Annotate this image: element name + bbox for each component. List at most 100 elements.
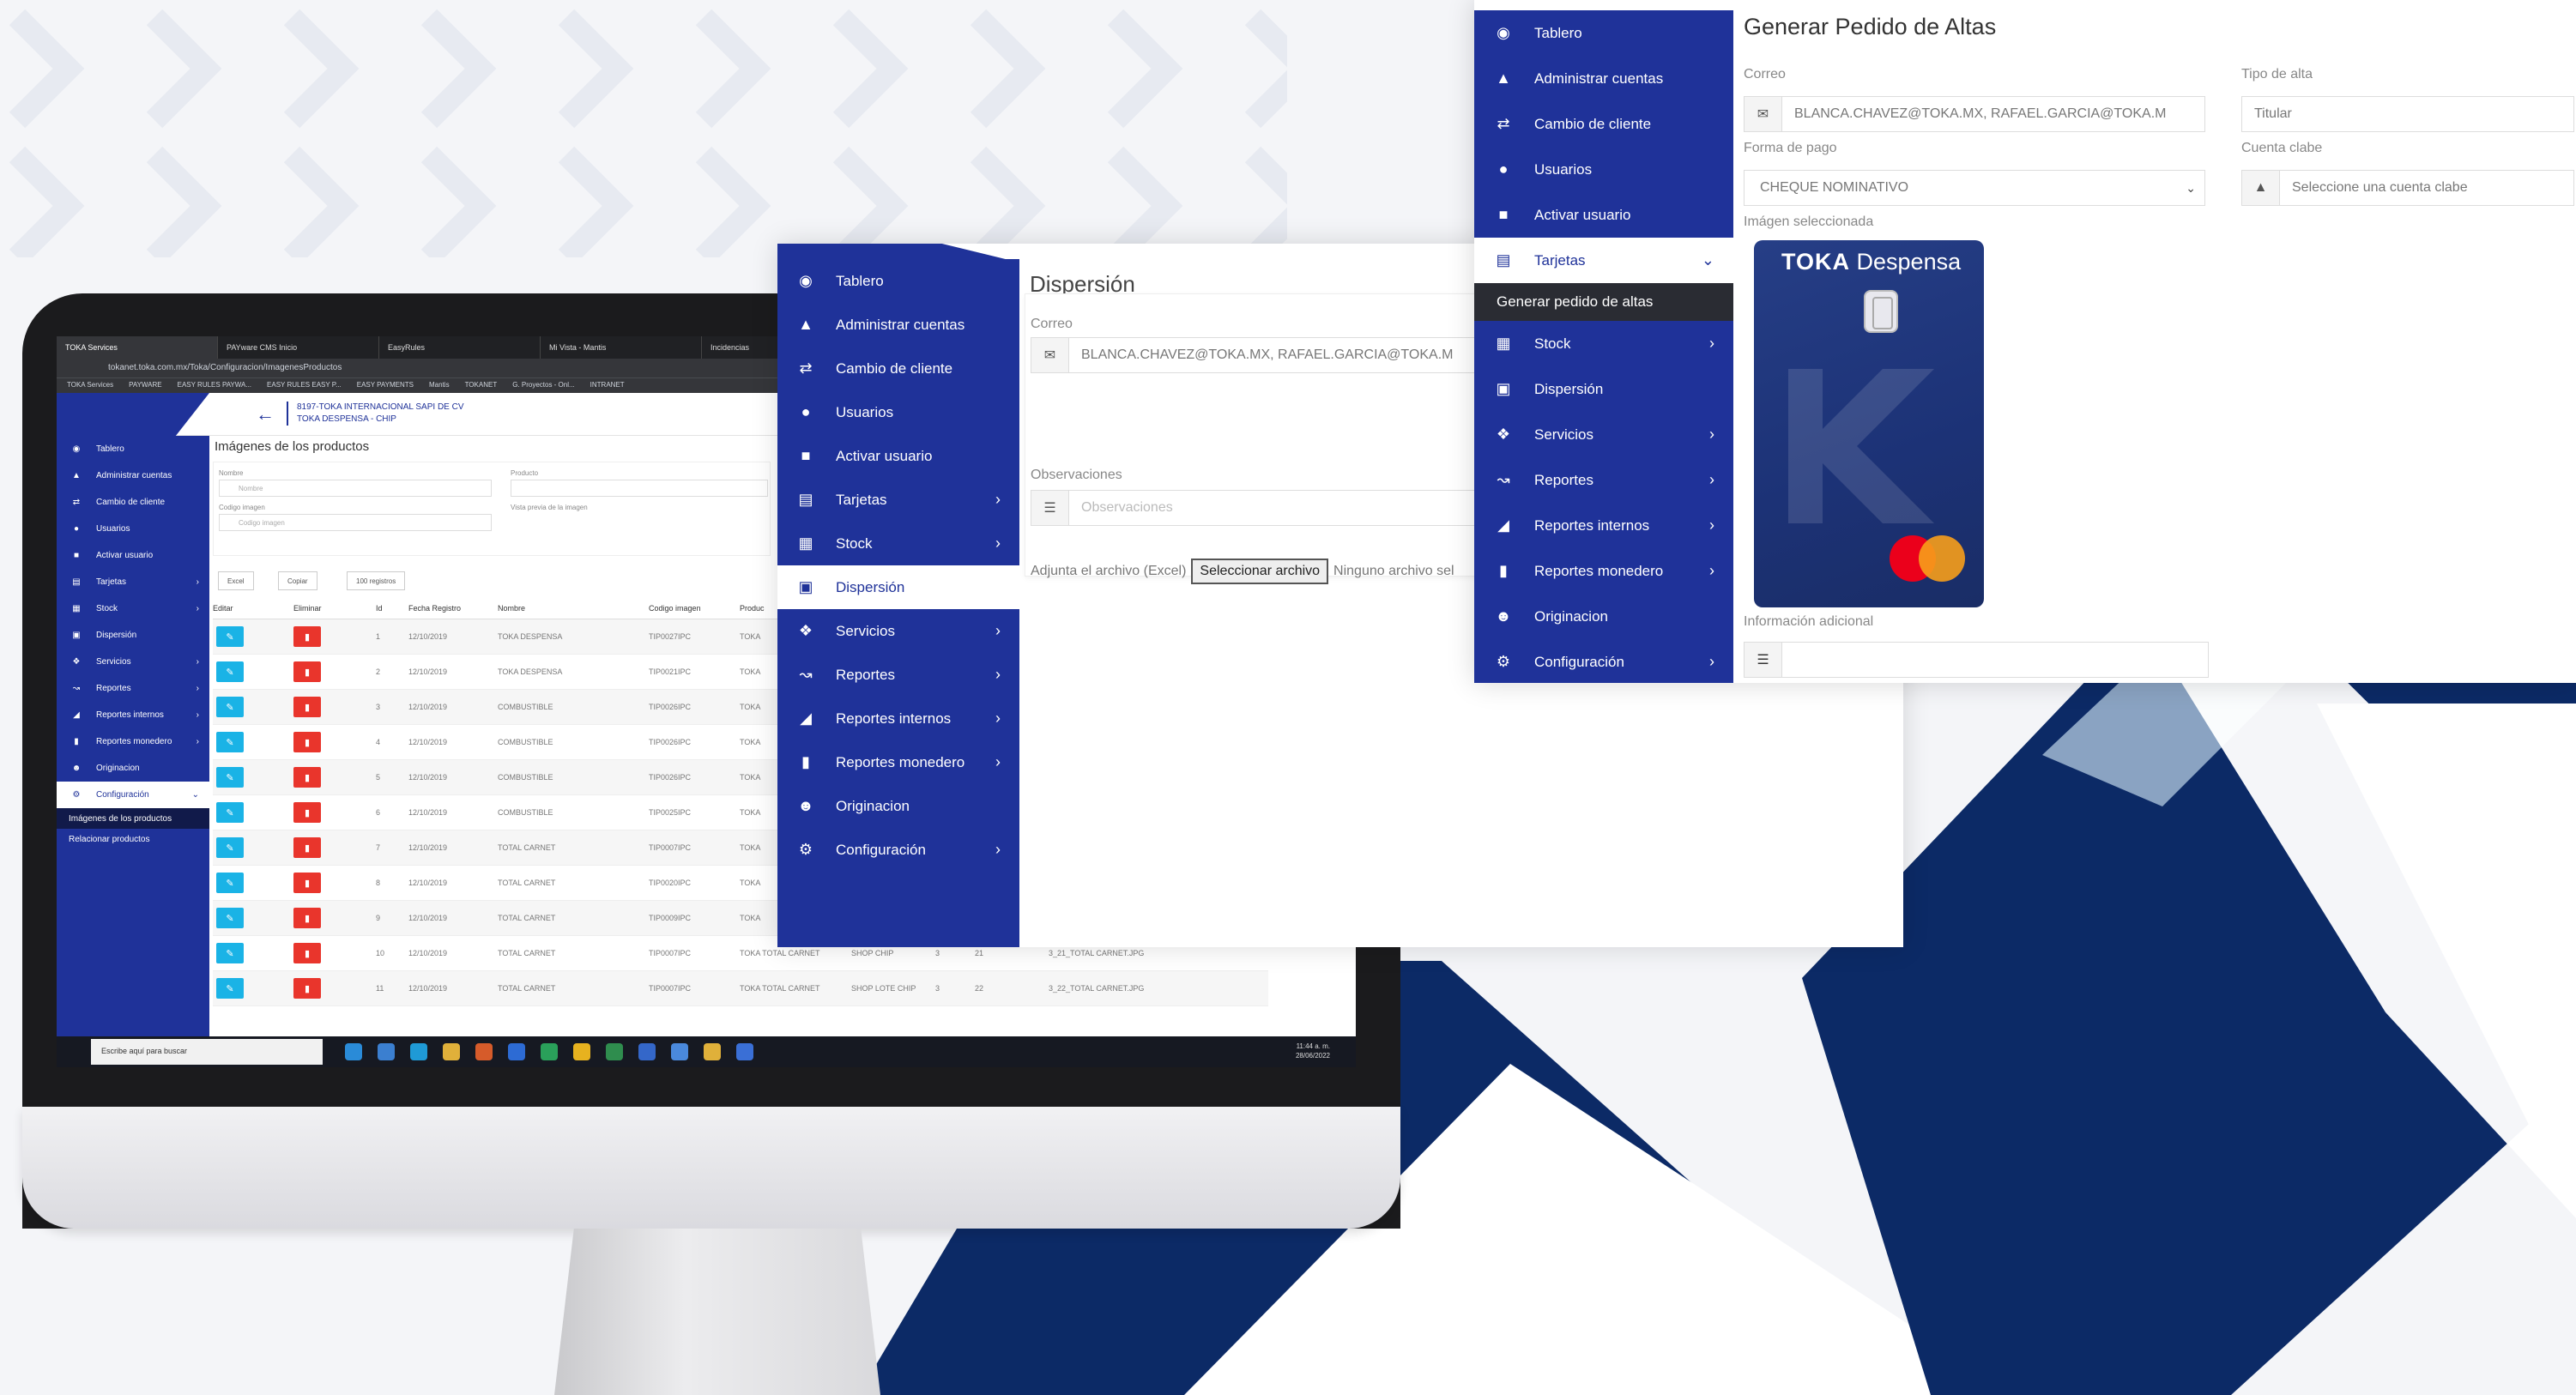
sidebar-item-tablero[interactable]: ◉ Tablero bbox=[1474, 10, 1733, 56]
bookmark[interactable]: EASY RULES PAYWA... bbox=[178, 381, 251, 390]
taskbar-search[interactable]: Escribe aquí para buscar bbox=[91, 1039, 323, 1065]
codigo-input[interactable]: Codigo imagen bbox=[219, 514, 492, 531]
edit-icon[interactable]: ✎ bbox=[216, 626, 244, 647]
edit-icon[interactable]: ✎ bbox=[216, 873, 244, 893]
sidebar-item-originacion[interactable]: ☻ Originacion bbox=[777, 784, 1019, 828]
browser-tab[interactable]: EasyRules bbox=[379, 336, 541, 359]
bookmark[interactable]: EASY PAYMENTS bbox=[357, 381, 414, 390]
sidebar-item-configuracion[interactable]: ⚙ Configuración › bbox=[1474, 639, 1733, 683]
sidebar-item-servicios[interactable]: ❖ Servicios › bbox=[57, 649, 209, 675]
trash-icon[interactable]: ▮ bbox=[293, 697, 321, 717]
sidebar-item-cambio-de-cliente[interactable]: ⇄ Cambio de cliente bbox=[57, 489, 209, 516]
sidebar-item-reportes-monedero[interactable]: ▮ Reportes monedero › bbox=[57, 728, 209, 755]
records-select[interactable]: 100 registros bbox=[347, 571, 406, 590]
sidebar-item-activar-usuario[interactable]: ■ Activar usuario bbox=[777, 434, 1019, 478]
submenu-item-relacionar[interactable]: Relacionar productos bbox=[57, 829, 209, 849]
sidebar-item-servicios[interactable]: ❖ Servicios › bbox=[1474, 412, 1733, 457]
excel-icon[interactable] bbox=[541, 1043, 558, 1060]
sidebar-item-dispersion[interactable]: ▣ Dispersión bbox=[57, 622, 209, 649]
sidebar-item-administrar-cuentas[interactable]: ▲ Administrar cuentas bbox=[1474, 56, 1733, 101]
sidebar-item-reportes-monedero[interactable]: ▮ Reportes monedero › bbox=[777, 740, 1019, 784]
sidebar-item-usuarios[interactable]: ● Usuarios bbox=[57, 516, 209, 542]
sidebar-item-reportes-internos[interactable]: ◢ Reportes internos › bbox=[1474, 503, 1733, 548]
correo-field[interactable]: ✉ BLANCA.CHAVEZ@TOKA.MX, RAFAEL.GARCIA@T… bbox=[1031, 337, 1497, 373]
submenu-item-generar-pedido[interactable]: Generar pedido de altas bbox=[1474, 283, 1733, 321]
sidebar-item-configuracion[interactable]: ⚙ Configuración ⌄ bbox=[57, 782, 209, 808]
app-icon[interactable] bbox=[508, 1043, 525, 1060]
sidebar-item-originacion[interactable]: ☻ Originacion bbox=[57, 755, 209, 782]
folder-icon[interactable] bbox=[573, 1043, 590, 1060]
sidebar-item-configuracion[interactable]: ⚙ Configuración › bbox=[777, 828, 1019, 872]
info-adicional-field[interactable]: ☰ bbox=[1744, 642, 2209, 678]
sidebar-item-tarjetas[interactable]: ▤ Tarjetas › bbox=[777, 478, 1019, 522]
trash-icon[interactable]: ▮ bbox=[293, 626, 321, 647]
edit-icon[interactable]: ✎ bbox=[216, 767, 244, 788]
submenu-item-imagenes[interactable]: Imágenes de los productos bbox=[57, 808, 209, 829]
sidebar-item-tarjetas[interactable]: ▤ Tarjetas › bbox=[57, 569, 209, 595]
sidebar-item-reportes-internos[interactable]: ◢ Reportes internos › bbox=[57, 702, 209, 728]
sidebar-item-stock[interactable]: ▦ Stock › bbox=[777, 522, 1019, 565]
trash-icon[interactable]: ▮ bbox=[293, 732, 321, 752]
copy-button[interactable]: Copiar bbox=[278, 571, 317, 590]
nombre-input[interactable]: Nombre bbox=[219, 480, 492, 497]
app-icon[interactable] bbox=[606, 1043, 623, 1060]
sidebar-item-stock[interactable]: ▦ Stock › bbox=[57, 595, 209, 622]
trash-icon[interactable]: ▮ bbox=[293, 943, 321, 963]
trash-icon[interactable]: ▮ bbox=[293, 767, 321, 788]
sidebar-item-activar-usuario[interactable]: ■ Activar usuario bbox=[57, 542, 209, 569]
sidebar-item-usuarios[interactable]: ● Usuarios bbox=[1474, 147, 1733, 192]
sidebar-item-reportes[interactable]: ↝ Reportes › bbox=[777, 653, 1019, 697]
app-icon[interactable] bbox=[410, 1043, 427, 1060]
sidebar-item-administrar-cuentas[interactable]: ▲ Administrar cuentas bbox=[57, 462, 209, 489]
edit-icon[interactable]: ✎ bbox=[216, 661, 244, 682]
cuenta-clabe-select[interactable]: ▲ Seleccione una cuenta clabe bbox=[2241, 170, 2574, 206]
edit-icon[interactable]: ✎ bbox=[216, 697, 244, 717]
excel-button[interactable]: Excel bbox=[218, 571, 254, 590]
bookmark[interactable]: Mantis bbox=[429, 381, 450, 390]
browser-tab[interactable]: Mi Vista - Mantis bbox=[541, 336, 702, 359]
browser-tab[interactable]: TOKA Services bbox=[57, 336, 218, 359]
sidebar-item-originacion[interactable]: ☻ Originacion bbox=[1474, 594, 1733, 639]
bookmark[interactable]: EASY RULES EASY P... bbox=[267, 381, 342, 390]
app-icon[interactable] bbox=[671, 1043, 688, 1060]
trash-icon[interactable]: ▮ bbox=[293, 873, 321, 893]
edit-icon[interactable]: ✎ bbox=[216, 943, 244, 963]
bookmark[interactable]: INTRANET bbox=[590, 381, 625, 390]
chrome-icon[interactable] bbox=[443, 1043, 460, 1060]
sidebar-item-tablero[interactable]: ◉ Tablero bbox=[57, 436, 209, 462]
producto-select[interactable] bbox=[511, 480, 768, 497]
bookmark[interactable]: PAYWARE bbox=[129, 381, 162, 390]
app-icon[interactable] bbox=[345, 1043, 362, 1060]
app-icon[interactable] bbox=[704, 1043, 721, 1060]
sidebar-item-administrar-cuentas[interactable]: ▲ Administrar cuentas bbox=[777, 303, 1019, 347]
edit-icon[interactable]: ✎ bbox=[216, 732, 244, 752]
edit-icon[interactable]: ✎ bbox=[216, 978, 244, 999]
tipo-alta-select[interactable]: Titular bbox=[2241, 96, 2574, 132]
trash-icon[interactable]: ▮ bbox=[293, 837, 321, 858]
edit-icon[interactable]: ✎ bbox=[216, 802, 244, 823]
bookmark[interactable]: TOKANET bbox=[465, 381, 498, 390]
forma-pago-select[interactable]: CHEQUE NOMINATIVO ⌄ bbox=[1744, 170, 2205, 206]
browser-tab[interactable]: PAYware CMS Inicio bbox=[218, 336, 379, 359]
app-icon[interactable] bbox=[736, 1043, 753, 1060]
observaciones-field[interactable]: ☰ Observaciones bbox=[1031, 490, 1497, 526]
bookmark[interactable]: TOKA Services bbox=[67, 381, 113, 390]
bookmark[interactable]: G. Proyectos - Onl... bbox=[512, 381, 574, 390]
edit-icon[interactable]: ✎ bbox=[216, 908, 244, 928]
back-arrow-icon[interactable]: ← bbox=[256, 403, 275, 426]
sidebar-item-usuarios[interactable]: ● Usuarios bbox=[777, 390, 1019, 434]
sidebar-item-tarjetas[interactable]: ▤ Tarjetas ⌄ bbox=[1474, 238, 1733, 283]
select-file-button[interactable]: Seleccionar archivo bbox=[1191, 559, 1329, 584]
app-icon[interactable] bbox=[475, 1043, 493, 1060]
word-icon[interactable] bbox=[638, 1043, 656, 1060]
trash-icon[interactable]: ▮ bbox=[293, 802, 321, 823]
sidebar-item-cambio-de-cliente[interactable]: ⇄ Cambio de cliente bbox=[1474, 101, 1733, 147]
sidebar-item-cambio-de-cliente[interactable]: ⇄ Cambio de cliente bbox=[777, 347, 1019, 390]
correo-field[interactable]: ✉ BLANCA.CHAVEZ@TOKA.MX, RAFAEL.GARCIA@T… bbox=[1744, 96, 2205, 132]
trash-icon[interactable]: ▮ bbox=[293, 661, 321, 682]
sidebar-item-dispersion[interactable]: ▣ Dispersión bbox=[777, 565, 1019, 609]
trash-icon[interactable]: ▮ bbox=[293, 978, 321, 999]
sidebar-item-reportes[interactable]: ↝ Reportes › bbox=[1474, 457, 1733, 503]
sidebar-item-reportes[interactable]: ↝ Reportes › bbox=[57, 675, 209, 702]
sidebar-item-tablero[interactable]: ◉ Tablero bbox=[777, 259, 1019, 303]
